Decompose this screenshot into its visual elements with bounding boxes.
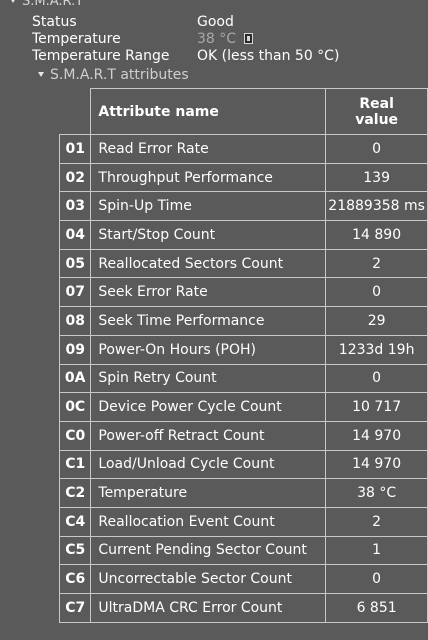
attribute-value: 2 [325,248,428,279]
table-header-row: Attribute name Real value [59,88,428,135]
smart-panel: S.M.A.R.T Status Good Temperature 38 °C … [0,0,428,640]
attribute-id: C0 [58,420,92,451]
attribute-id: C6 [58,564,92,594]
attribute-name: Power-off Retract Count [90,420,327,451]
table-row[interactable]: C7 UltraDMA CRC Error Count 6 851 [58,593,428,623]
id-column-header [59,88,92,135]
attribute-id: C5 [58,535,92,566]
attribute-value: 0 [325,134,428,164]
real-value-header-line2: value [355,111,399,128]
temperature-label: Temperature [32,31,121,47]
temperature-row: 38 °C [197,31,254,48]
collapse-arrow-icon[interactable] [38,71,44,77]
table-row[interactable]: C0 Power-off Retract Count 14 970 [58,420,428,451]
table-row[interactable]: 01 Read Error Rate 0 [58,134,428,164]
smart-section-header[interactable]: S.M.A.R.T [10,0,83,10]
attribute-name: Reallocated Sectors Count [90,248,327,279]
attribute-value: 6 851 [325,593,428,623]
table-row[interactable]: 07 Seek Error Rate 0 [58,277,428,308]
attribute-name: Seek Error Rate [90,277,327,308]
attribute-value: 14 970 [325,449,428,480]
table-row[interactable]: C1 Load/Unload Cycle Count 14 970 [58,449,428,480]
table-row[interactable]: 04 Start/Stop Count 14 890 [58,220,428,250]
attribute-id: 07 [58,277,92,308]
attribute-name-header: Attribute name [90,88,327,135]
table-row[interactable]: C2 Temperature 38 °C [58,478,428,508]
table-row[interactable]: 05 Reallocated Sectors Count 2 [58,248,428,279]
temperature-range-value: OK (less than 50 °C) [197,48,340,64]
attribute-id: 02 [58,162,92,193]
attribute-value: 0 [325,277,428,308]
table-row[interactable]: 02 Throughput Performance 139 [58,162,428,193]
attribute-id: 0A [58,363,92,394]
attribute-name: Temperature [90,478,327,508]
real-value-header: Real value [325,88,428,135]
table-row[interactable]: C4 Reallocation Event Count 2 [58,506,428,537]
collapse-arrow-icon[interactable] [10,0,16,3]
real-value-header-line1: Real [359,95,394,112]
attribute-value: 2 [325,506,428,537]
table-row[interactable]: C5 Current Pending Sector Count 1 [58,535,428,566]
temperature-range-label: Temperature Range [32,48,170,64]
attribute-name: Throughput Performance [90,162,327,193]
attribute-name: Spin-Up Time [90,191,327,222]
attribute-id: 03 [58,191,92,222]
attribute-id: 0C [58,392,92,422]
attribute-value: 139 [325,162,428,193]
table-row[interactable]: 0A Spin Retry Count 0 [58,363,428,394]
attribute-id: 08 [58,306,92,336]
attribute-id: C7 [58,593,92,623]
smart-attributes-header[interactable]: S.M.A.R.T attributes [38,67,189,83]
temperature-value: 38 °C [197,31,237,47]
attribute-id: 09 [58,334,92,365]
attribute-name: Load/Unload Cycle Count [90,449,327,480]
status-label: Status [32,14,77,30]
attribute-name: Spin Retry Count [90,363,327,394]
attribute-value: 38 °C [325,478,428,508]
attribute-name: Power-On Hours (POH) [90,334,327,365]
smart-attributes-title: S.M.A.R.T attributes [50,67,189,83]
table-row[interactable]: 08 Seek Time Performance 29 [58,306,428,336]
thermometer-icon[interactable] [244,33,254,44]
table-row[interactable]: 0C Device Power Cycle Count 10 717 [58,392,428,422]
attribute-value: 0 [325,363,428,394]
attribute-id: 01 [58,134,92,164]
smart-attributes-table: Attribute name Real value 01 Read Error R… [58,88,428,623]
attribute-name: Device Power Cycle Count [90,392,327,422]
attribute-id: C4 [58,506,92,537]
attribute-id: C2 [58,478,92,508]
attribute-value: 0 [325,564,428,594]
attribute-name: Reallocation Event Count [90,506,327,537]
attribute-name: Start/Stop Count [90,220,327,250]
attribute-value: 14 970 [325,420,428,451]
attribute-value: 1233d 19h [325,334,428,365]
table-row[interactable]: 03 Spin-Up Time 21889358 ms [58,191,428,222]
attribute-id: C1 [58,449,92,480]
attribute-name: Read Error Rate [90,134,327,164]
attribute-value: 10 717 [325,392,428,422]
table-row[interactable]: 09 Power-On Hours (POH) 1233d 19h [58,334,428,365]
attribute-value: 29 [325,306,428,336]
attribute-name: Current Pending Sector Count [90,535,327,566]
attribute-name: UltraDMA CRC Error Count [90,593,327,623]
attribute-id: 05 [58,248,92,279]
status-value: Good [197,14,234,30]
attribute-value: 21889358 ms [325,191,428,222]
attribute-name: Seek Time Performance [90,306,327,336]
smart-section-title: S.M.A.R.T [22,0,84,9]
attribute-name: Uncorrectable Sector Count [90,564,327,594]
attribute-value: 1 [325,535,428,566]
table-row[interactable]: C6 Uncorrectable Sector Count 0 [58,564,428,594]
attribute-value: 14 890 [325,220,428,250]
attribute-id: 04 [58,220,92,250]
